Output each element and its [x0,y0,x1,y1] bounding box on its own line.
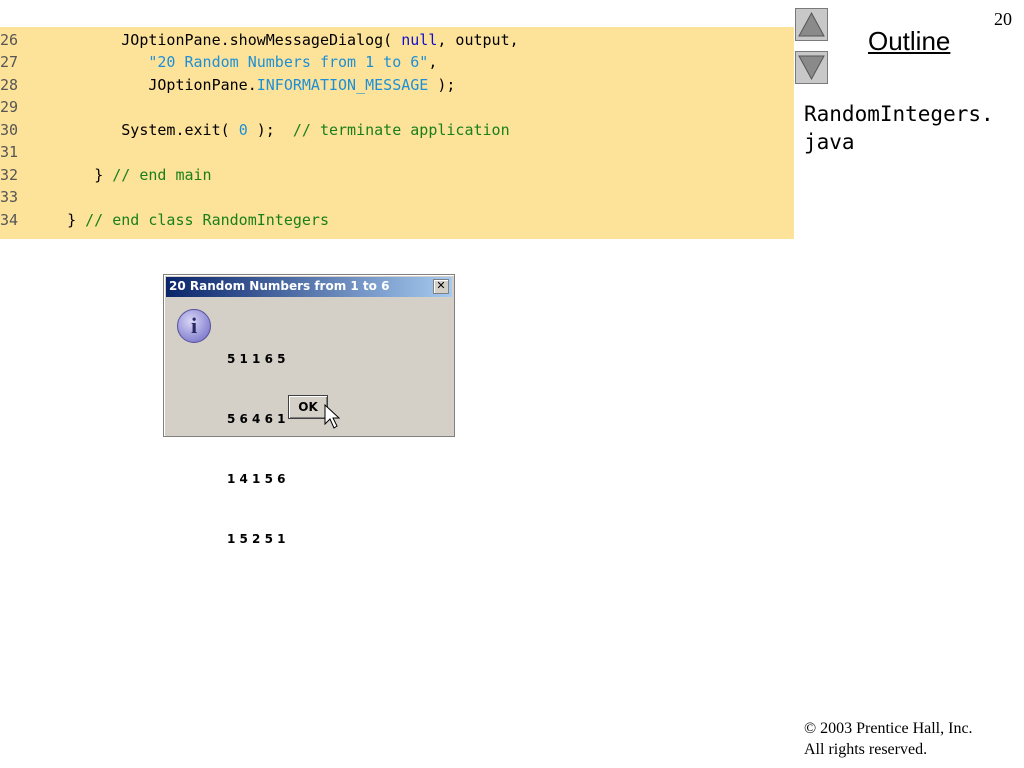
triangle-up-icon [798,11,825,37]
triangle-down-icon [798,55,825,81]
copyright-symbol: © [804,720,817,737]
number-row: 5 1 1 6 5 [227,352,286,366]
code-line: 33 [0,188,19,206]
page-number: 20 [994,9,1012,29]
code-line: 34 } // end class RandomIntegers [0,211,329,229]
code-panel: 26 JOptionPane.showMessageDialog( null, … [0,27,794,239]
copyright: © 2003 Prentice Hall, Inc. All rights re… [804,718,973,760]
file-name: RandomIntegers. java [804,100,1019,156]
copyright-line: © 2003 Prentice Hall, Inc. [804,720,973,737]
number-row: 5 6 4 6 1 [227,412,286,426]
close-icon[interactable]: ✕ [433,279,449,294]
message-dialog: 20 Random Numbers from 1 to 6 ✕ i 5 1 1 … [163,274,455,546]
dialog-title: 20 Random Numbers from 1 to 6 [169,279,390,293]
code-line: 29 [0,98,19,116]
code-line: 32 } // end main [0,166,212,184]
mouse-pointer-icon [324,404,340,429]
number-row: 1 4 1 5 6 [227,472,286,486]
code-line: 31 [0,143,19,161]
code-line: 27 "20 Random Numbers from 1 to 6", [0,53,438,71]
information-icon: i [177,309,211,343]
file-name-line: RandomIntegers. [804,102,994,126]
next-slide-button[interactable] [795,51,828,84]
code-line: 26 JOptionPane.showMessageDialog( null, … [0,31,519,49]
outline-link[interactable]: Outline [868,26,950,57]
previous-slide-button[interactable] [795,8,828,41]
ok-button[interactable]: OK [288,395,328,419]
code-line: 28 JOptionPane.INFORMATION_MESSAGE ); [0,76,456,94]
code-line: 30 System.exit( 0 ); // terminate applic… [0,121,510,139]
dialog-titlebar: 20 Random Numbers from 1 to 6 ✕ [166,277,452,297]
file-name-line: java [804,130,855,154]
copyright-line: All rights reserved. [804,741,928,758]
number-row: 1 5 2 5 1 [227,532,286,546]
random-numbers-output: 5 1 1 6 5 5 6 4 6 1 1 4 1 5 6 1 5 2 5 1 [227,309,285,589]
